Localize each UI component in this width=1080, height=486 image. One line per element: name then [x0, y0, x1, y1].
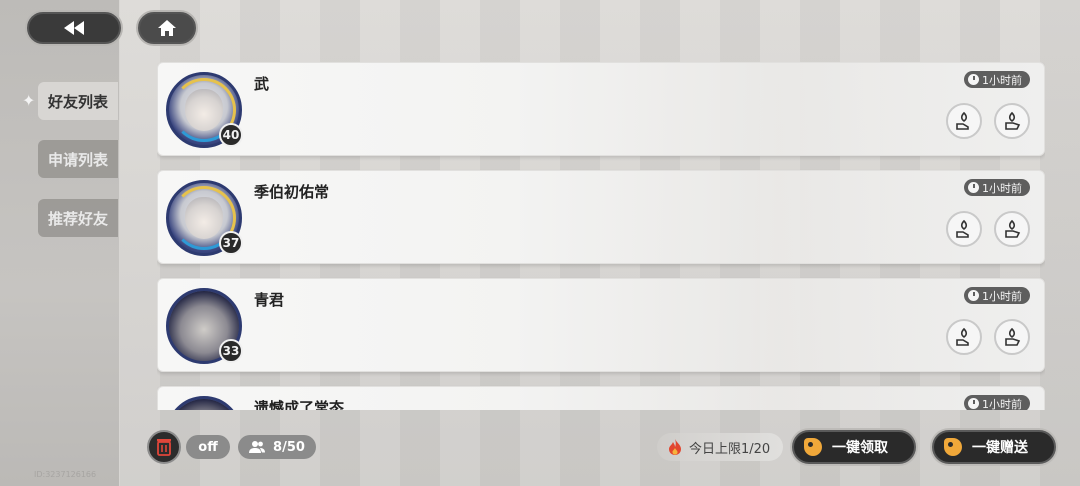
trash-icon: [157, 439, 171, 456]
last-online-text: 1小时前: [982, 181, 1022, 195]
daily-limit-text: 今日上限1/20: [689, 441, 771, 457]
friend-name: 青君: [254, 291, 285, 309]
back-button[interactable]: [27, 12, 121, 44]
level-badge: 37: [219, 231, 243, 255]
tab-label: 推荐好友: [48, 209, 109, 228]
send-stamina-button[interactable]: [946, 103, 982, 139]
friend-count-badge: 8/50: [238, 435, 316, 459]
tag-icon: [944, 438, 962, 456]
send-stamina-button[interactable]: [946, 211, 982, 247]
level-badge: 40: [219, 123, 243, 147]
claim-all-label: 一键领取: [832, 440, 888, 456]
tab-label: 申请列表: [48, 150, 109, 169]
level-badge: 33: [219, 339, 243, 363]
friend-list[interactable]: 40 武 1小时前 37 季伯初佑常 1小时前 33 青君 1小时前 遗憾成了常…: [157, 62, 1045, 410]
online-filter-toggle[interactable]: off: [186, 435, 230, 459]
gift-hand-icon: [956, 111, 969, 130]
friend-card[interactable]: 遗憾成了常态 1小时前: [157, 386, 1045, 410]
friend-card[interactable]: 37 季伯初佑常 1小时前: [157, 170, 1045, 264]
tab-label: 好友列表: [48, 92, 109, 111]
last-online-badge: 1小时前: [964, 287, 1030, 304]
gift-hand-icon: [956, 327, 969, 346]
send-all-label: 一键赠送: [972, 440, 1028, 456]
tab-request-list[interactable]: 申请列表: [38, 140, 118, 178]
rewind-icon: [64, 21, 84, 35]
people-icon: [249, 441, 266, 453]
friend-name: 武: [254, 75, 270, 93]
receive-stamina-button[interactable]: [994, 103, 1030, 139]
delete-friend-button[interactable]: [147, 430, 181, 464]
friend-card[interactable]: 33 青君 1小时前: [157, 278, 1045, 372]
send-stamina-button[interactable]: [946, 319, 982, 355]
toggle-label: off: [198, 439, 218, 455]
clock-icon: [968, 182, 979, 193]
last-online-text: 1小时前: [982, 73, 1022, 87]
receive-hand-icon: [1005, 327, 1021, 346]
last-online-badge: 1小时前: [964, 179, 1030, 196]
receive-hand-icon: [1005, 111, 1021, 130]
clock-icon: [968, 290, 979, 301]
avatar[interactable]: 37: [166, 180, 243, 256]
last-online-text: 1小时前: [982, 397, 1022, 411]
sparkle-icon: ✦: [22, 91, 36, 110]
receive-stamina-button[interactable]: [994, 211, 1030, 247]
claim-all-button[interactable]: 一键领取: [792, 430, 916, 464]
last-online-badge: 1小时前: [964, 395, 1030, 410]
home-icon: [158, 20, 176, 36]
friend-count-text: 8/50: [273, 439, 305, 455]
friend-name: 遗憾成了常态: [254, 399, 345, 410]
daily-limit-indicator: 今日上限1/20: [657, 433, 783, 461]
clock-icon: [968, 398, 979, 409]
sidebar-background: [0, 0, 120, 486]
last-online-badge: 1小时前: [964, 71, 1030, 88]
friend-card[interactable]: 40 武 1小时前: [157, 62, 1045, 156]
avatar[interactable]: 33: [166, 288, 243, 364]
clock-icon: [968, 74, 979, 85]
send-all-button[interactable]: 一键赠送: [932, 430, 1056, 464]
avatar[interactable]: [166, 396, 242, 410]
user-id-text: ID:3237126166: [34, 470, 97, 479]
tag-icon: [804, 438, 822, 456]
receive-hand-icon: [1005, 219, 1021, 238]
tab-recommended-friends[interactable]: 推荐好友: [38, 199, 118, 237]
avatar[interactable]: 40: [166, 72, 243, 148]
last-online-text: 1小时前: [982, 289, 1022, 303]
receive-stamina-button[interactable]: [994, 319, 1030, 355]
flame-icon: [669, 439, 681, 455]
home-button[interactable]: [138, 12, 196, 44]
bottom-bar: off 8/50 今日上限1/20 一键领取 一键赠送: [120, 412, 1080, 486]
friend-name: 季伯初佑常: [254, 183, 330, 201]
gift-hand-icon: [956, 219, 969, 238]
tab-friend-list[interactable]: 好友列表: [38, 82, 118, 120]
